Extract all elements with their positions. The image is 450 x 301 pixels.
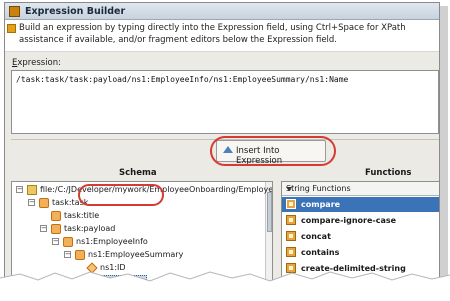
expression-value: /task:task/task:payload/ns1:EmployeeInfo… (16, 75, 349, 84)
folder-icon (27, 184, 37, 195)
function-label: compare-ignore-case (301, 216, 397, 225)
collapse-icon[interactable]: − (16, 186, 23, 193)
function-label: concat (301, 232, 331, 241)
torn-edge (0, 271, 450, 301)
functions-heading: Functions (365, 168, 412, 178)
collapse-icon[interactable]: − (28, 199, 35, 206)
element-icon (39, 197, 49, 208)
function-category-select[interactable]: String Functions (282, 182, 439, 196)
expression-builder-dialog: Expression Builder Build an expression b… (4, 2, 440, 292)
function-item-compare[interactable]: compare (282, 197, 439, 212)
element-icon (51, 223, 61, 234)
expression-field[interactable]: /task:task/task:payload/ns1:EmployeeInfo… (11, 70, 439, 134)
collapse-icon[interactable]: − (40, 225, 47, 232)
function-item-compare-ignore-case[interactable]: compare-ignore-case (282, 213, 439, 228)
collapse-icon[interactable]: − (64, 251, 71, 258)
expression-label: Expression: (12, 58, 62, 68)
app-icon (9, 6, 20, 17)
element-icon (75, 249, 85, 260)
function-icon (286, 231, 296, 241)
scrollbar-thumb[interactable] (267, 192, 272, 232)
function-item-contains[interactable]: contains (282, 245, 439, 260)
tree-node-label: task:title (64, 211, 100, 220)
function-item-concat[interactable]: concat (282, 229, 439, 244)
tree-node-label: ns1:EmployeeInfo (76, 237, 148, 246)
function-category-value: String Functions (286, 184, 351, 193)
function-icon (286, 215, 296, 225)
element-icon (51, 210, 61, 221)
schema-heading: Schema (119, 168, 157, 178)
highlight-oval-insert (210, 136, 336, 166)
function-label: contains (301, 248, 340, 257)
function-label: compare (301, 200, 341, 209)
tree-node-label: task:payload (64, 224, 116, 233)
info-icon (7, 24, 16, 33)
description-text: Build an expression by typing directly i… (19, 23, 406, 45)
tree-node-label: ns1:EmployeeSummary (88, 250, 184, 259)
function-icon (286, 247, 296, 257)
highlight-oval-name (78, 184, 164, 206)
chevron-down-icon (286, 187, 292, 191)
description-area: Build an expression by typing directly i… (5, 20, 439, 52)
window-title: Expression Builder (25, 6, 126, 17)
collapse-icon[interactable]: − (52, 238, 59, 245)
title-bar[interactable]: Expression Builder (5, 3, 439, 20)
dialog-body: Expression: /task:task/task:payload/ns1:… (5, 52, 439, 291)
function-icon (286, 199, 296, 209)
element-icon (63, 236, 73, 247)
